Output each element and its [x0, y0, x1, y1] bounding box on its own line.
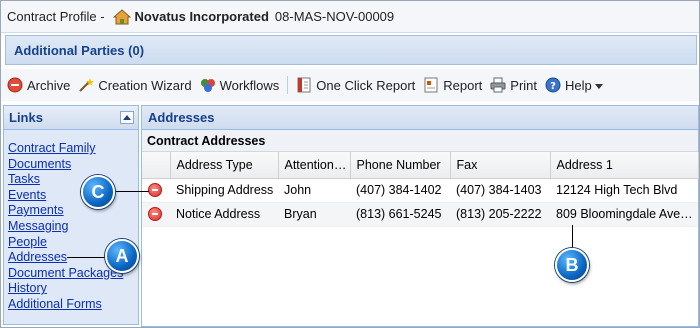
svg-text:?: ? — [550, 81, 556, 92]
archive-icon — [7, 77, 23, 93]
callout-a-line — [67, 257, 107, 258]
addresses-title: Addresses — [148, 110, 215, 125]
report-label: Report — [443, 77, 483, 93]
wand-icon — [78, 77, 95, 93]
help-label: Help — [565, 77, 592, 93]
link-addresses[interactable]: Addresses — [8, 250, 67, 264]
cell-address-type: Shipping Address — [170, 178, 278, 203]
help-menu-button[interactable]: ? Help — [545, 77, 603, 93]
report-button[interactable]: Report — [423, 77, 482, 93]
cell-address1: 809 Bloomingdale Ave… — [550, 202, 698, 227]
link-history[interactable]: History — [8, 281, 47, 295]
column-header-actions — [142, 152, 171, 179]
workflows-icon — [200, 77, 216, 93]
links-panel: Links Contract Family Documents Tasks Ev… — [3, 105, 139, 325]
contract-id: 08-MAS-NOV-00009 — [274, 9, 395, 24]
delete-icon[interactable] — [148, 207, 162, 222]
column-header-fax[interactable]: Fax — [450, 152, 551, 179]
cell-phone: (813) 661-5245 — [350, 202, 450, 227]
chevron-down-icon — [594, 78, 603, 93]
toolbar: Archive Creation Wizard Workflows One Cl… — [1, 69, 699, 101]
link-messaging[interactable]: Messaging — [8, 219, 68, 233]
link-additional-forms[interactable]: Additional Forms — [8, 297, 102, 311]
link-events[interactable]: Events — [8, 188, 46, 202]
callout-b-line — [572, 225, 573, 249]
archive-label: Archive — [27, 77, 71, 93]
links-title: Links — [9, 110, 43, 125]
cell-phone: (407) 384-1402 — [350, 178, 450, 203]
house-icon — [112, 8, 131, 25]
chevron-up-icon — [123, 114, 131, 120]
column-header-attention[interactable]: Attention… — [278, 152, 351, 179]
company-name: Novatus Incorporated — [134, 9, 269, 24]
workflows-button[interactable]: Workflows — [200, 77, 280, 93]
addresses-header: Addresses — [142, 106, 698, 130]
cell-attention: John — [278, 178, 350, 203]
toolbar-separator — [287, 76, 289, 94]
contract-addresses-title: Contract Addresses — [147, 133, 266, 148]
one-click-report-button[interactable]: One Click Report — [296, 77, 415, 93]
archive-button[interactable]: Archive — [7, 77, 70, 93]
callout-badge-c: C — [81, 175, 115, 209]
callout-badge-a: A — [105, 239, 139, 273]
help-icon: ? — [545, 77, 561, 93]
link-document-packages[interactable]: Document Packages — [8, 266, 123, 280]
title-bar: Contract Profile - Novatus Incorporated … — [1, 1, 699, 33]
table-row[interactable]: Shipping Address John (407) 384-1402 (40… — [142, 178, 698, 203]
link-contract-family[interactable]: Contract Family — [8, 141, 96, 155]
link-documents[interactable]: Documents — [8, 157, 71, 171]
link-tasks[interactable]: Tasks — [8, 172, 40, 186]
callout-badge-b: B — [555, 248, 589, 282]
print-button[interactable]: Print — [490, 77, 537, 93]
column-header-address-type[interactable]: Address Type — [170, 152, 279, 179]
cell-fax: (407) 384-1403 — [450, 178, 550, 203]
additional-parties-panel[interactable]: Additional Parties (0) — [5, 35, 697, 65]
links-header: Links — [4, 106, 138, 130]
links-list: Contract Family Documents Tasks Events P… — [4, 130, 138, 313]
report-doc-icon — [296, 77, 312, 93]
report-icon — [423, 77, 439, 93]
table-row[interactable]: Notice Address Bryan (813) 661-5245 (813… — [142, 202, 698, 227]
column-header-address1[interactable]: Address 1 — [550, 152, 699, 179]
link-payments[interactable]: Payments — [8, 203, 64, 217]
cell-address-type: Notice Address — [170, 202, 278, 227]
cell-fax: (813) 205-2222 — [450, 202, 550, 227]
contract-addresses-subheader: Contract Addresses — [142, 130, 698, 152]
contract-profile-window: Contract Profile - Novatus Incorporated … — [0, 0, 700, 328]
callout-c-line — [115, 191, 149, 192]
print-label: Print — [510, 77, 538, 93]
link-people[interactable]: People — [8, 235, 47, 249]
delete-icon[interactable] — [148, 183, 162, 198]
printer-icon — [490, 77, 506, 93]
title-prefix: Contract Profile - — [7, 9, 105, 24]
creation-wizard-button[interactable]: Creation Wizard — [78, 77, 192, 93]
addresses-panel: Addresses Contract Addresses Address Typ… — [141, 105, 699, 327]
one-click-report-label: One Click Report — [316, 77, 416, 93]
addresses-table: Address Type Attention… Phone Number Fax… — [142, 152, 699, 227]
additional-parties-title: Additional Parties (0) — [14, 42, 145, 58]
column-header-phone[interactable]: Phone Number — [350, 152, 451, 179]
cell-attention: Bryan — [278, 202, 350, 227]
cell-address1: 12124 High Tech Blvd — [550, 178, 698, 203]
collapse-button[interactable] — [120, 111, 134, 124]
workflows-label: Workflows — [219, 77, 280, 93]
creation-wizard-label: Creation Wizard — [98, 77, 192, 93]
table-header-row: Address Type Attention… Phone Number Fax… — [142, 152, 699, 179]
